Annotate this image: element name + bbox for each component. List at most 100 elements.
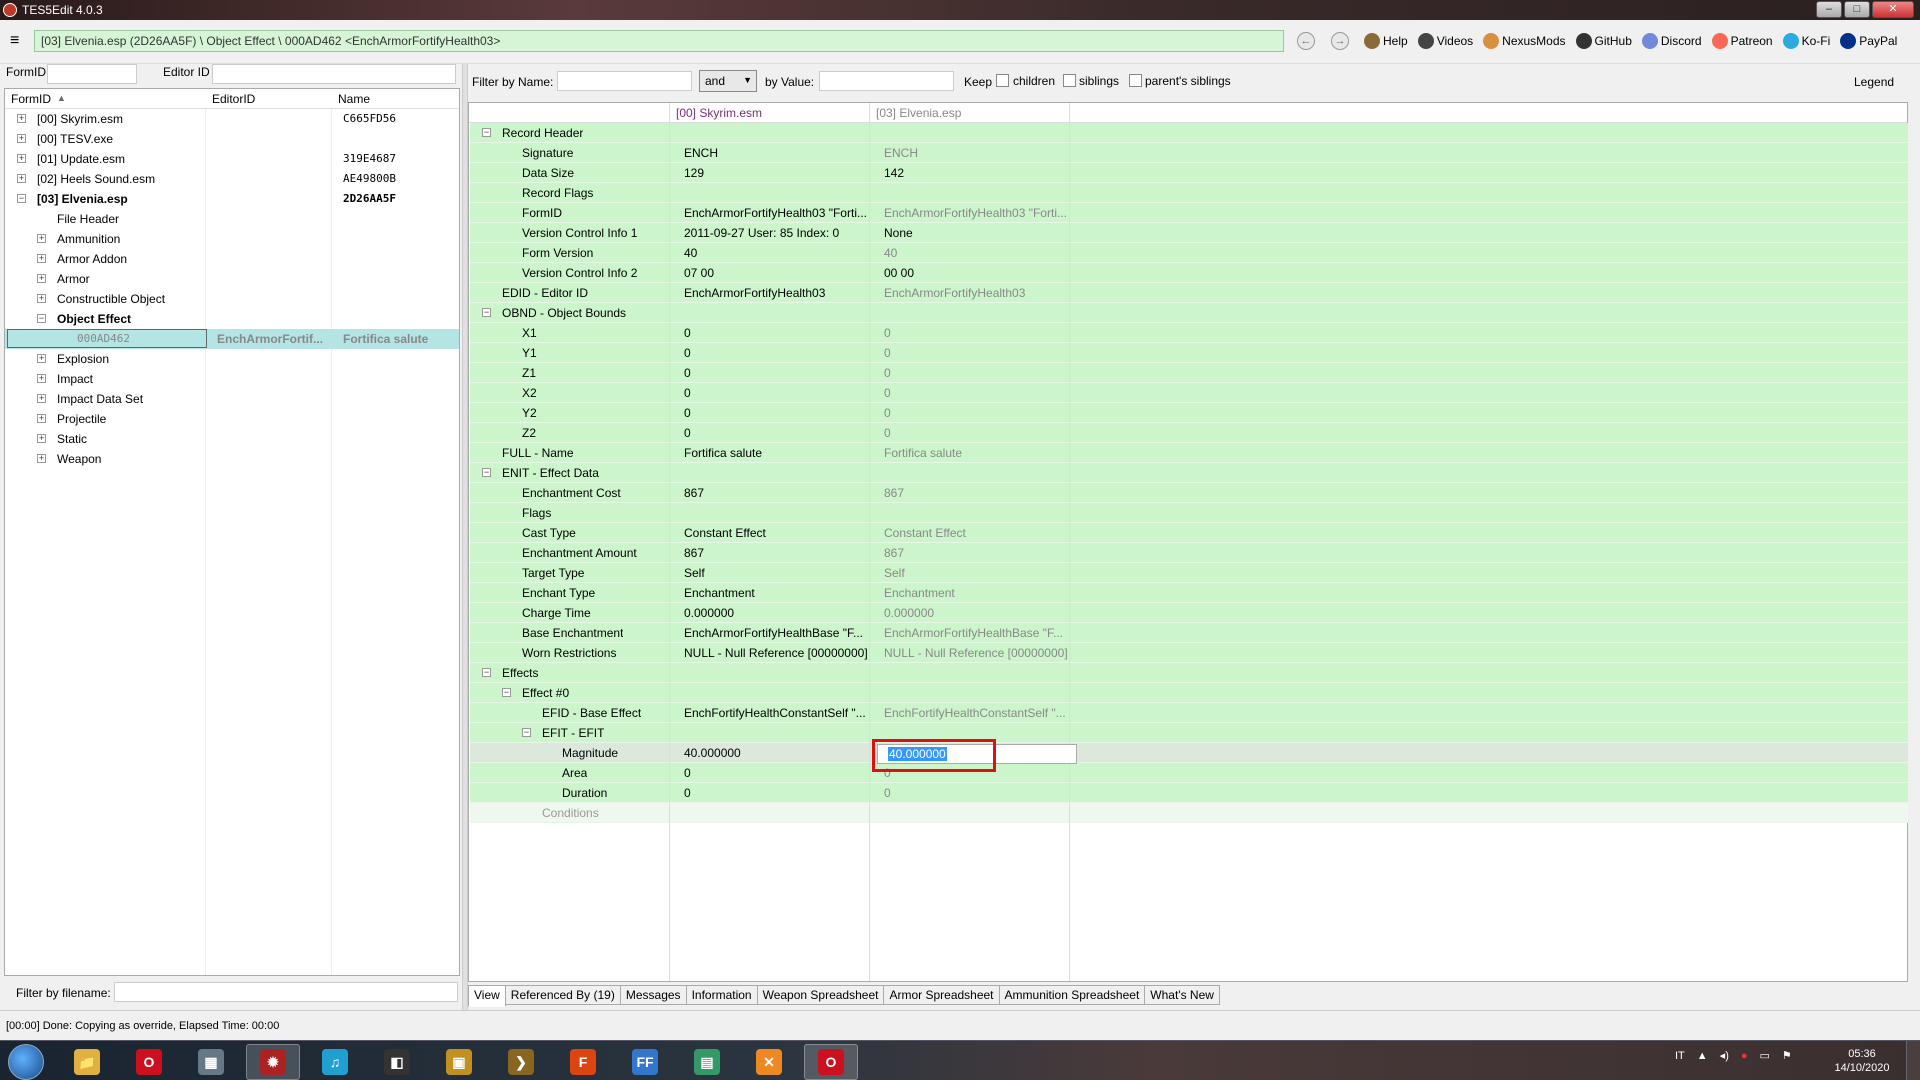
tree-col-formid[interactable]: FormID xyxy=(11,92,51,106)
grid-row[interactable]: Enchantment Cost 867 867 xyxy=(470,483,1908,503)
grid-row[interactable]: Base Enchantment EnchArmorFortifyHealthBa… xyxy=(470,623,1908,643)
filter-name-input[interactable] xyxy=(557,71,692,91)
expand-icon[interactable]: + xyxy=(17,114,26,123)
expand-icon[interactable]: + xyxy=(37,274,46,283)
tab-referenced-by-19[interactable]: Referenced By (19) xyxy=(504,985,621,1005)
formid-input[interactable] xyxy=(47,64,137,84)
tree-row[interactable]: + [02] Heels Sound.esm AE49800B xyxy=(5,169,459,189)
tree-row[interactable]: + [01] Update.esm 319E4687 xyxy=(5,149,459,169)
collapse-icon[interactable]: − xyxy=(17,194,26,203)
grid-row[interactable]: Record Flags xyxy=(470,183,1908,203)
grid-row[interactable]: − OBND - Object Bounds xyxy=(470,303,1908,323)
grid-row[interactable]: Data Size 129 142 xyxy=(470,163,1908,183)
grid-row[interactable]: Flags xyxy=(470,503,1908,523)
language-indicator[interactable]: IT xyxy=(1675,1050,1685,1062)
expand-icon[interactable]: + xyxy=(17,154,26,163)
show-desktop-button[interactable] xyxy=(1906,1041,1920,1080)
link-ko-fi[interactable]: Ko-Fi xyxy=(1782,33,1830,49)
expand-icon[interactable]: + xyxy=(17,174,26,183)
collapse-icon[interactable]: − xyxy=(482,468,491,477)
tab-what-s-new[interactable]: What's New xyxy=(1144,985,1220,1005)
path-bar[interactable]: [03] Elvenia.esp (2D26AA5F) \ Object Eff… xyxy=(34,30,1284,52)
link-help[interactable]: Help xyxy=(1364,33,1408,49)
minimize-button[interactable]: – xyxy=(1816,1,1842,18)
start-button[interactable] xyxy=(8,1044,44,1080)
forward-icon[interactable]: → xyxy=(1331,32,1349,50)
tree-row[interactable]: − [03] Elvenia.esp 2D26AA5F xyxy=(5,189,459,209)
collapse-icon[interactable]: − xyxy=(37,314,46,323)
legend-button[interactable]: Legend xyxy=(1854,75,1894,89)
grid-row[interactable]: X2 0 0 xyxy=(470,383,1908,403)
expand-icon[interactable]: + xyxy=(37,414,46,423)
expand-icon[interactable]: + xyxy=(37,434,46,443)
grid-row[interactable]: EDID - Editor ID EnchArmorFortifyHealth03… xyxy=(470,283,1908,303)
tree-col-name[interactable]: Name xyxy=(338,92,370,106)
taskbar-app-app-6[interactable]: ◧ xyxy=(370,1044,424,1080)
collapse-icon[interactable]: − xyxy=(522,728,531,737)
grid-row[interactable]: Signature ENCH ENCH xyxy=(470,143,1908,163)
grid-row[interactable]: Enchantment Amount 867 867 xyxy=(470,543,1908,563)
grid-row[interactable]: Enchant Type Enchantment Enchantment xyxy=(470,583,1908,603)
collapse-icon[interactable]: − xyxy=(482,668,491,677)
grid-row[interactable]: X1 0 0 xyxy=(470,323,1908,343)
grid-row[interactable]: − Effect #0 xyxy=(470,683,1908,703)
grid-row[interactable]: Z2 0 0 xyxy=(470,423,1908,443)
tree-row[interactable]: − Object Effect xyxy=(5,309,459,329)
grid-row[interactable]: Version Control Info 1 2011-09-27 User: 8… xyxy=(470,223,1908,243)
collapse-icon[interactable]: − xyxy=(502,688,511,697)
grid-row[interactable]: Conditions xyxy=(470,803,1908,823)
grid-row[interactable]: Duration 0 0 xyxy=(470,783,1908,803)
tab-information[interactable]: Information xyxy=(685,985,758,1005)
tree-row[interactable]: + Projectile xyxy=(5,409,459,429)
grid-row[interactable]: Area 0 0 xyxy=(470,763,1908,783)
expand-icon[interactable]: + xyxy=(37,254,46,263)
menu-icon[interactable]: ≡ xyxy=(10,32,19,50)
maximize-button[interactable]: □ xyxy=(1844,1,1870,18)
parents-siblings-checkbox[interactable] xyxy=(1129,74,1142,87)
link-github[interactable]: GitHub xyxy=(1575,33,1632,49)
grid-row[interactable]: Form Version 40 40 xyxy=(470,243,1908,263)
back-icon[interactable]: ← xyxy=(1297,32,1315,50)
grid-row[interactable]: FormID EnchArmorFortifyHealth03 "Forti...… xyxy=(470,203,1908,223)
tab-messages[interactable]: Messages xyxy=(619,985,687,1005)
tab-ammunition-spreadsheet[interactable]: Ammunition Spreadsheet xyxy=(998,985,1146,1005)
taskbar-app-tes5edit[interactable]: ✹ xyxy=(246,1044,300,1080)
grid-row-magnitude[interactable]: Magnitude 40.000000 xyxy=(470,743,1908,763)
link-videos[interactable]: Videos xyxy=(1417,33,1473,49)
tab-view[interactable]: View xyxy=(468,985,506,1007)
editorid-input[interactable] xyxy=(212,64,456,84)
expand-icon[interactable]: + xyxy=(37,454,46,463)
expand-icon[interactable]: + xyxy=(37,294,46,303)
grid-row[interactable]: − Record Header xyxy=(470,123,1908,143)
grid-col-elvenia[interactable]: [03] Elvenia.esp xyxy=(876,106,961,120)
taskbar-app-app-11[interactable]: ▤ xyxy=(680,1044,734,1080)
grid-row[interactable]: Y1 0 0 xyxy=(470,343,1908,363)
collapse-icon[interactable]: − xyxy=(482,128,491,137)
filter-filename-input[interactable] xyxy=(114,982,458,1002)
taskbar-app-music[interactable]: ♫ xyxy=(308,1044,362,1080)
tree-row[interactable]: + Weapon xyxy=(5,449,459,469)
volume-icon[interactable]: ◂) xyxy=(1720,1049,1729,1062)
taskbar-app-foxit[interactable]: F xyxy=(556,1044,610,1080)
grid-row[interactable]: − Effects xyxy=(470,663,1908,683)
tree-row[interactable]: + Impact Data Set xyxy=(5,389,459,409)
grid-row[interactable]: Version Control Info 2 07 00 00 00 xyxy=(470,263,1908,283)
taskbar-app-app-3[interactable]: ▦ xyxy=(184,1044,238,1080)
tree-row[interactable]: File Header xyxy=(5,209,459,229)
taskbar-app-opera-2[interactable]: O xyxy=(804,1044,858,1080)
taskbar-app-ff-dec[interactable]: FF xyxy=(618,1044,672,1080)
expand-icon[interactable]: + xyxy=(37,394,46,403)
grid-row[interactable]: Charge Time 0.000000 0.000000 xyxy=(470,603,1908,623)
link-paypal[interactable]: PayPal xyxy=(1840,33,1897,49)
taskbar-app-app-7[interactable]: ▣ xyxy=(432,1044,486,1080)
tree-col-editorid[interactable]: EditorID xyxy=(212,92,255,106)
grid-row[interactable]: EFID - Base Effect EnchFortifyHealthConst… xyxy=(470,703,1908,723)
tree-row[interactable]: + Armor xyxy=(5,269,459,289)
siblings-checkbox[interactable] xyxy=(1063,74,1076,87)
tree-row[interactable]: + Impact xyxy=(5,369,459,389)
tree-row[interactable]: + [00] Skyrim.esm C665FD56 xyxy=(5,109,459,129)
collapse-icon[interactable]: − xyxy=(482,308,491,317)
filter-logic-select[interactable]: and ▼ xyxy=(699,70,757,92)
link-nexusmods[interactable]: NexusMods xyxy=(1483,33,1566,49)
tree-row[interactable]: + Ammunition xyxy=(5,229,459,249)
